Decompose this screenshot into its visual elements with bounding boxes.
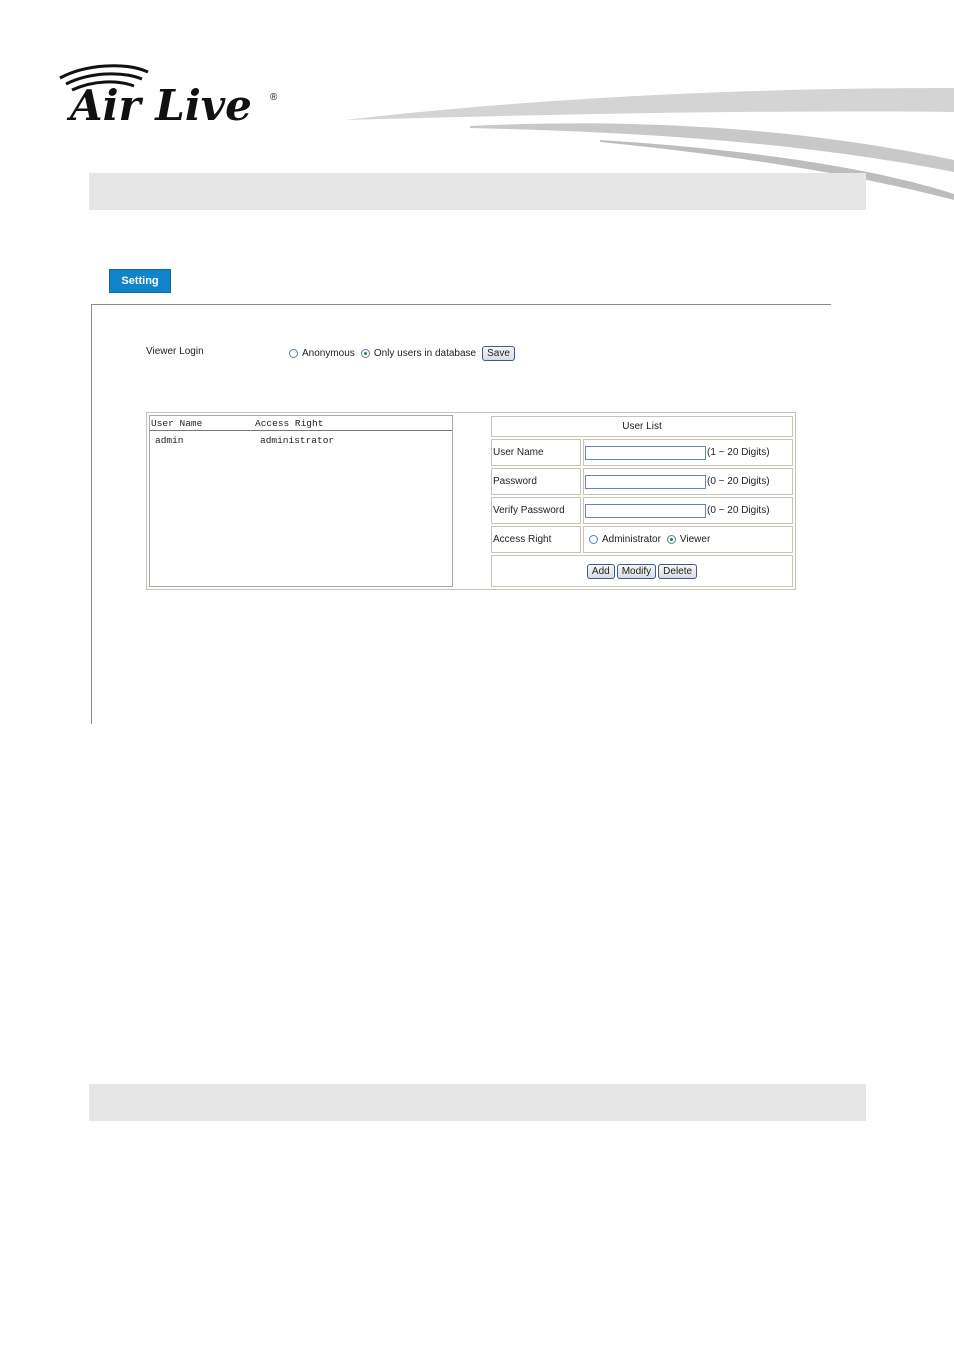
- viewer-login-options: Anonymous Only users in database Save: [289, 346, 515, 361]
- list-item-user[interactable]: admin: [155, 435, 184, 446]
- list-item-access-right[interactable]: administrator: [260, 435, 334, 446]
- add-button[interactable]: Add: [586, 563, 615, 579]
- verify-password-input[interactable]: [585, 503, 706, 518]
- viewer-login-label: Viewer Login: [146, 346, 204, 357]
- svg-text:Air Live: Air Live: [66, 81, 252, 130]
- administrator-radio[interactable]: [589, 535, 598, 544]
- listbox-header: User Name Access Right: [150, 416, 452, 431]
- password-hint: (0 ~ 20 Digits): [707, 476, 770, 487]
- password-cell: (0 ~ 20 Digits): [583, 468, 793, 495]
- verify-password-hint: (0 ~ 20 Digits): [707, 505, 770, 516]
- airlive-logo: Air Live ®: [59, 64, 278, 130]
- user-name-cell: (1 ~ 20 Digits): [583, 439, 793, 466]
- only-users-label: Only users in database: [373, 348, 477, 359]
- password-input[interactable]: [585, 474, 706, 489]
- column-header-user-name: User Name: [151, 418, 203, 429]
- delete-button[interactable]: Delete: [658, 563, 698, 579]
- password-label: Password: [491, 468, 581, 495]
- anonymous-radio[interactable]: [289, 349, 298, 358]
- verify-password-cell: (0 ~ 20 Digits): [583, 497, 793, 524]
- user-listbox[interactable]: User Name Access Right admin administrat…: [149, 415, 453, 587]
- save-button[interactable]: Save: [482, 346, 515, 361]
- user-name-hint: (1 ~ 20 Digits): [707, 447, 770, 458]
- svg-text:®: ®: [270, 92, 278, 103]
- anonymous-label: Anonymous: [302, 348, 355, 359]
- tab-setting[interactable]: Setting: [109, 269, 171, 293]
- access-right-label: Access Right: [491, 526, 581, 553]
- user-actions-cell: Add Modify Delete: [491, 555, 793, 587]
- user-list-title: User List: [491, 416, 793, 437]
- modify-button[interactable]: Modify: [616, 563, 657, 579]
- viewer-radio[interactable]: [666, 535, 676, 544]
- user-management-area: User Name Access Right admin administrat…: [146, 412, 796, 590]
- user-name-input[interactable]: [585, 445, 706, 460]
- column-header-access-right: Access Right: [255, 418, 324, 429]
- user-form-table: User List User Name (1 ~ 20 Digits) Pass…: [490, 415, 794, 587]
- section-footer-bar: [89, 1084, 866, 1121]
- viewer-label: Viewer: [679, 534, 711, 545]
- user-name-label: User Name: [491, 439, 581, 466]
- access-right-cell: Administrator Viewer: [583, 526, 793, 553]
- only-users-radio[interactable]: [360, 349, 370, 358]
- verify-password-label: Verify Password: [491, 497, 581, 524]
- administrator-label: Administrator: [602, 534, 661, 545]
- section-header-bar: [89, 173, 866, 210]
